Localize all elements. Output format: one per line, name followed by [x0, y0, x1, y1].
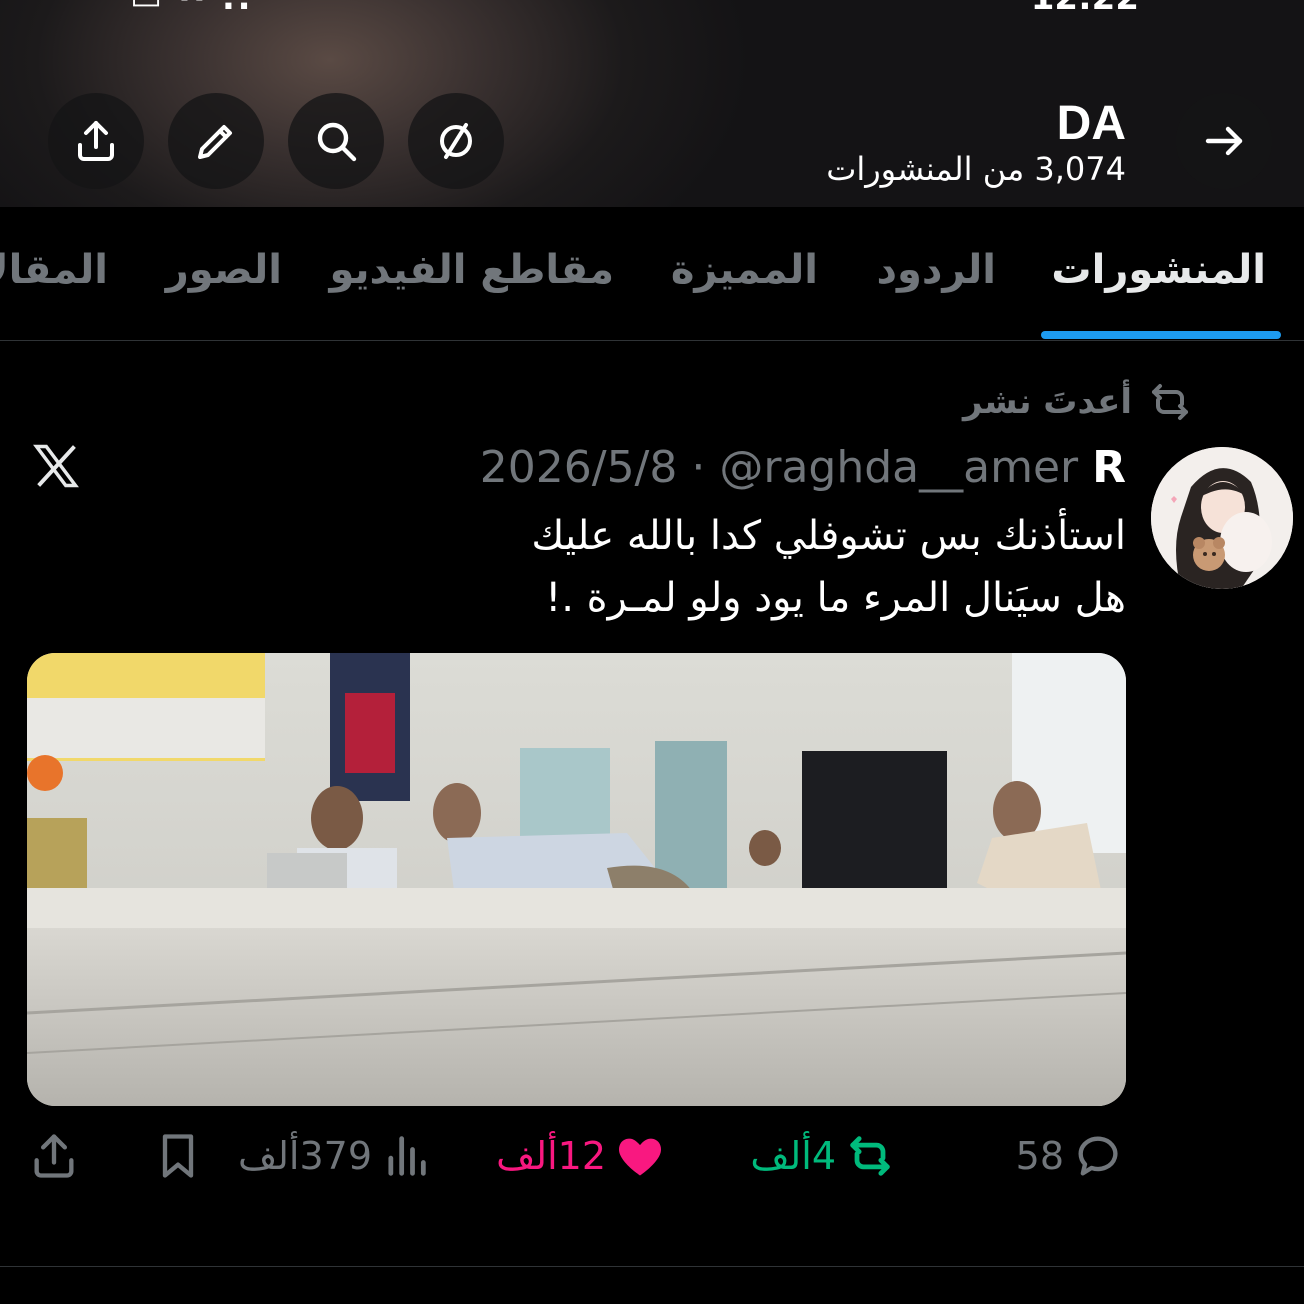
tweet-text: استأذنك بس تشوفلي كدا بالله عليك هل سيَن… — [366, 505, 1126, 629]
status-icons: ▭ ·· :: — [130, 0, 253, 18]
profile-tabs: المنشورات الردود المميزة مقاطع الفيديو ا… — [0, 207, 1304, 341]
author-name[interactable]: R — [1092, 442, 1126, 493]
heart-icon — [618, 1138, 662, 1176]
reply-button[interactable]: 58 — [1016, 1130, 1124, 1182]
tab-replies[interactable]: الردود — [876, 247, 996, 293]
tweet-media-image[interactable] — [27, 653, 1126, 1106]
tab-highlights[interactable]: المميزة — [671, 247, 818, 293]
like-count: 12ألف — [496, 1134, 606, 1178]
tweet-date[interactable]: 2026/5/8 — [480, 442, 678, 493]
divider — [0, 1266, 1304, 1267]
tab-videos[interactable]: مقاطع الفيديو — [329, 247, 614, 293]
views-button[interactable]: 379ألف — [238, 1130, 432, 1182]
reply-count: 58 — [1015, 1134, 1064, 1178]
bookmark-button[interactable] — [152, 1130, 204, 1182]
translate-icon — [440, 123, 472, 159]
profile-name: DA — [1056, 97, 1126, 150]
tab-articles[interactable]: المقالا — [0, 247, 108, 293]
bookmark-icon — [162, 1134, 194, 1178]
repost-icon — [850, 1136, 890, 1176]
share-icon — [34, 1134, 74, 1178]
tab-posts[interactable]: المنشورات — [1051, 247, 1266, 293]
repost-count: 4ألف — [750, 1134, 836, 1178]
tab-photos[interactable]: الصور — [166, 247, 282, 293]
like-button[interactable]: 12ألف — [496, 1130, 666, 1182]
share-tweet-button[interactable] — [28, 1130, 80, 1182]
avatar-illustration — [1151, 447, 1293, 589]
views-chart-icon — [388, 1136, 426, 1176]
photo-office-counter — [27, 653, 1126, 1106]
share-icon — [78, 121, 114, 161]
edit-button[interactable] — [168, 93, 264, 189]
edit-icon — [198, 125, 232, 159]
reply-icon — [1078, 1136, 1118, 1176]
separator-dot: · — [677, 442, 720, 493]
tweet-header: 2026/5/8 · @raghda__amer R — [480, 442, 1126, 493]
back-button[interactable] — [1176, 93, 1272, 189]
status-bar: ▭ ·· :: 12:22 — [0, 0, 1304, 18]
views-count: 379ألف — [237, 1134, 372, 1178]
back-arrow-icon — [1205, 126, 1243, 156]
active-tab-indicator — [1041, 331, 1281, 339]
avatar[interactable] — [1151, 447, 1293, 589]
repost-icon — [1152, 384, 1188, 420]
share-button[interactable] — [48, 93, 144, 189]
status-time: 12:22 — [1031, 0, 1139, 18]
repost-label: أعدتَ نشر — [962, 382, 1132, 422]
post-count: 3,074 من المنشورات — [826, 150, 1126, 188]
repost-indicator: أعدتَ نشر — [963, 378, 1194, 426]
author-handle[interactable]: @raghda__amer — [719, 442, 1078, 493]
search-button[interactable] — [288, 93, 384, 189]
profile-header: ▭ ·· :: 12:22 DA 3,074 من المنشورات — [0, 0, 1304, 207]
tweet-text-line1: استأذنك بس تشوفلي كدا بالله عليك — [531, 513, 1126, 559]
tweet-actions: 58 4ألف 12ألف 379ألف — [0, 1130, 1304, 1194]
tweet-text-line2: هل سيَنال المرء ما يود ولو لمـرة .! — [545, 575, 1126, 621]
search-icon — [317, 122, 357, 162]
repost-button[interactable]: 4ألف — [750, 1130, 896, 1182]
x-logo-icon[interactable] — [30, 440, 82, 492]
translate-button[interactable] — [408, 93, 504, 189]
